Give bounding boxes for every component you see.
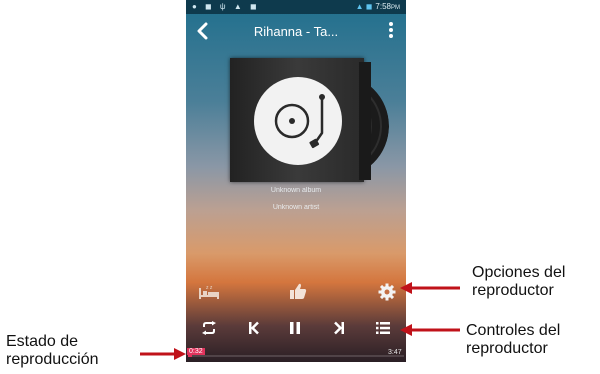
status-system-icons: ▲ ◼ 7:58PM	[356, 2, 400, 11]
signal-battery-icon: ▲ ◼	[355, 2, 373, 11]
overflow-menu-icon	[389, 22, 393, 38]
album-cover-edge	[359, 62, 371, 180]
chevron-left-icon	[197, 22, 208, 40]
album-label: Unknown album	[270, 187, 322, 194]
controls-annotation-line1: Controles del	[466, 322, 561, 339]
repeat-icon[interactable]	[201, 321, 217, 335]
options-arrow	[400, 282, 460, 294]
title-bar: Rihanna - Ta...	[186, 14, 406, 48]
state-annotation: Estado de reproducción	[6, 333, 99, 369]
sleep-timer-icon[interactable]: z z	[198, 284, 220, 300]
controls-annotation-line2: reproductor	[466, 340, 548, 357]
options-annotation-line1: Opciones del	[472, 264, 566, 281]
options-annotation: Opciones del reproductor	[472, 264, 565, 300]
progress-bar[interactable]	[188, 355, 404, 357]
next-icon[interactable]	[333, 321, 345, 335]
total-time: 3:47	[388, 349, 402, 356]
svg-text:z z: z z	[206, 285, 213, 291]
status-notification-icons: ● ◼ ψ ▲ ◼	[192, 2, 260, 11]
state-arrow	[140, 348, 186, 360]
thumbs-up-icon[interactable]	[289, 282, 307, 300]
state-annotation-line1: Estado de	[6, 333, 79, 350]
controls-annotation: Controles del reproductor	[466, 322, 560, 358]
playlist-icon[interactable]	[375, 321, 391, 335]
state-annotation-line2: reproducción	[6, 351, 99, 368]
progress-fill	[188, 355, 193, 357]
gear-icon[interactable]	[378, 283, 396, 301]
status-ampm: PM	[391, 5, 400, 11]
turntable-icon	[254, 77, 342, 165]
overflow-menu-button[interactable]	[386, 20, 396, 42]
track-title: Rihanna - Ta...	[253, 24, 339, 39]
elapsed-time: 0:32	[187, 348, 205, 355]
artist-label: Unknown artist	[272, 204, 320, 211]
previous-icon[interactable]	[248, 321, 260, 335]
status-time: 7:58	[375, 2, 391, 11]
pause-icon[interactable]	[289, 321, 301, 335]
options-annotation-line2: reproductor	[472, 282, 554, 299]
status-bar: ● ◼ ψ ▲ ◼ ▲ ◼ 7:58PM	[186, 0, 406, 14]
controls-arrow	[400, 324, 460, 336]
back-button[interactable]	[196, 21, 214, 41]
